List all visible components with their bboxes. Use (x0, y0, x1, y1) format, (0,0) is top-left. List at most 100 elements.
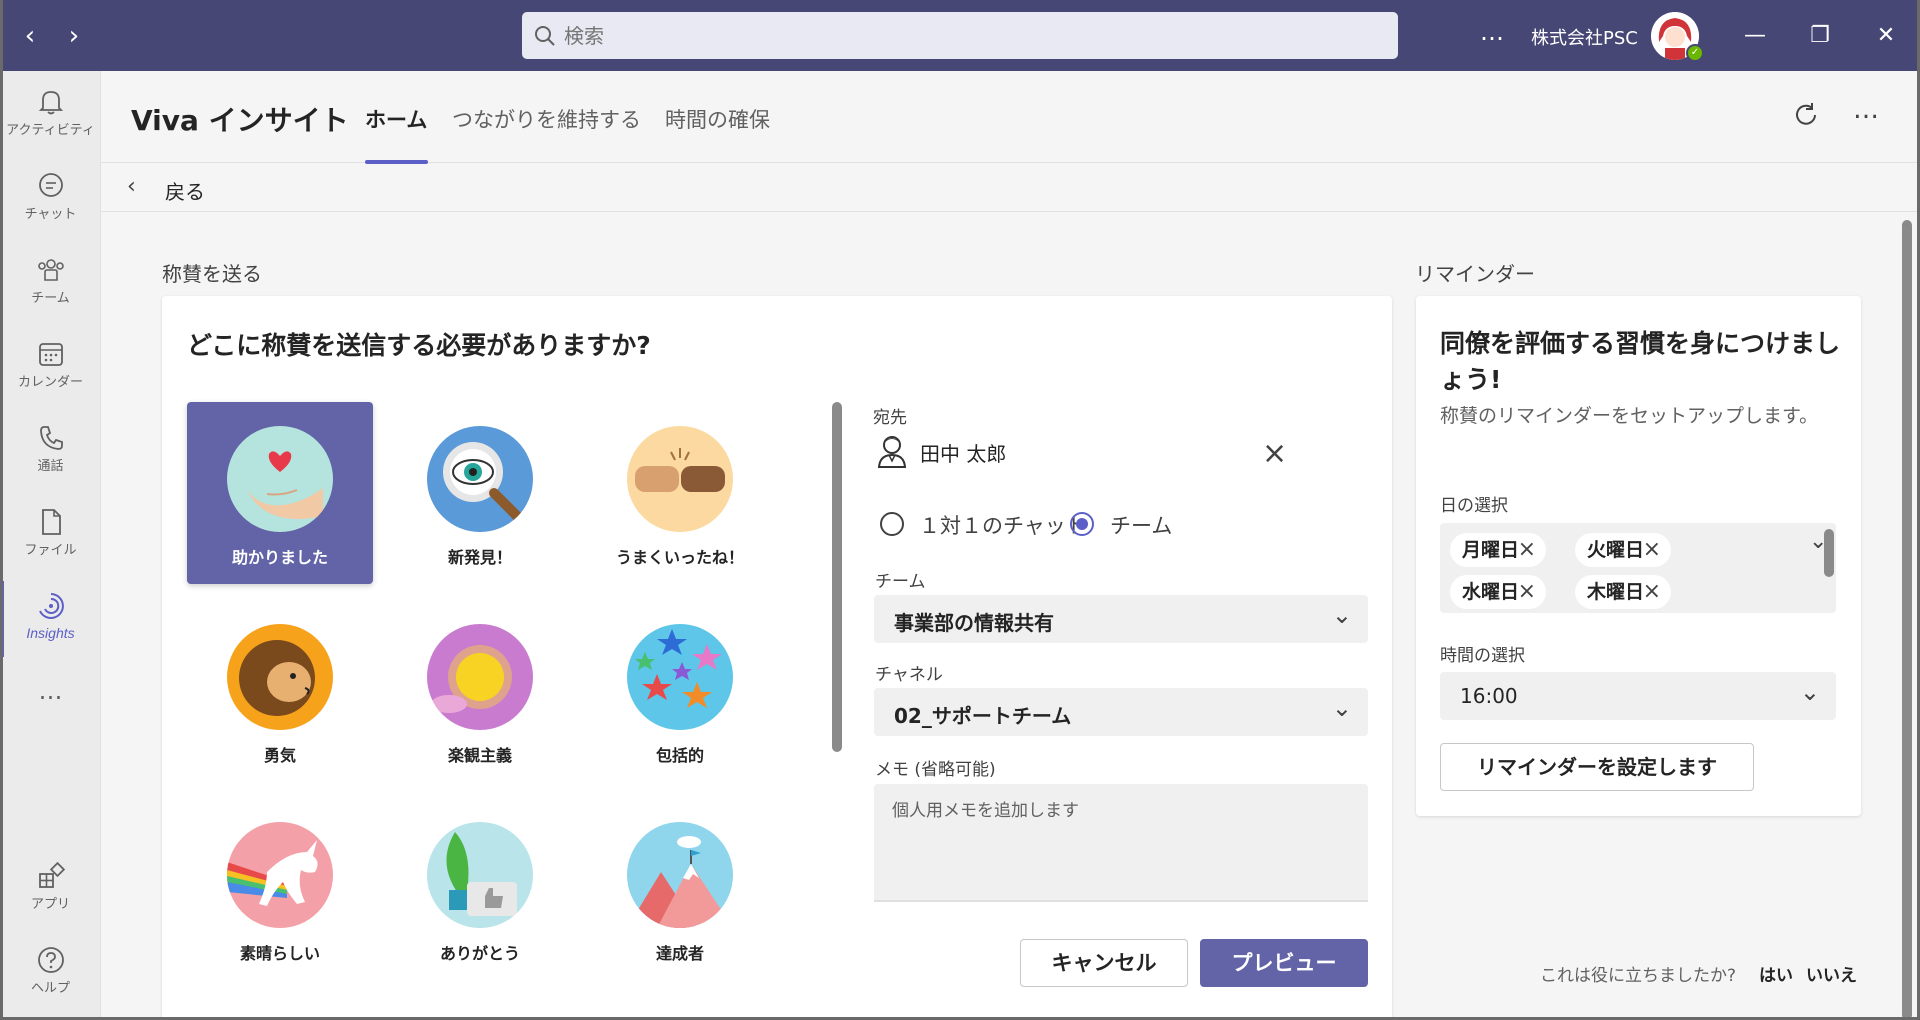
channel-select[interactable]: 02_サポートチーム ⌄ (874, 688, 1368, 736)
team-select[interactable]: 事業部の情報共有 ⌄ (874, 595, 1368, 643)
praise-card: どこに称賛を送信する必要がありますか? 助かりました 新発見！ うまくいったね！… (162, 296, 1392, 1020)
mountain-flag-badge-icon (627, 822, 733, 928)
phone-icon (39, 426, 63, 450)
badge-label: うまくいったね！ (615, 548, 744, 567)
badge-new-discovery[interactable]: 新発見！ (387, 402, 573, 584)
rail-label: Insights (26, 625, 75, 641)
file-icon (41, 509, 61, 535)
channel-select-value: 02_サポートチーム (894, 704, 1072, 728)
time-select-label: 時間の選択 (1440, 646, 1525, 666)
app-header: Viva インサイト ホーム つながりを維持する 時間の確保 … (101, 71, 1920, 164)
rail-label: 通話 (37, 459, 64, 474)
close-window-icon[interactable]: ✕ (1866, 18, 1906, 54)
rail-label: チャット (24, 207, 77, 222)
rail-item-teams[interactable]: チーム (0, 247, 101, 327)
to-label: 宛先 (873, 408, 907, 428)
day-picker-scrollbar[interactable] (1824, 529, 1834, 577)
more-options-icon[interactable]: … (1480, 18, 1505, 46)
time-select[interactable]: 16:00 ⌄ (1440, 672, 1836, 720)
chevron-left-icon[interactable]: ‹ (127, 174, 136, 199)
back-link[interactable]: 戻る (165, 176, 205, 205)
badge-inclusive[interactable]: 包括的 (587, 600, 773, 782)
radio-team[interactable] (1070, 512, 1094, 536)
badge-label: 勇気 (263, 746, 296, 765)
search-icon (535, 25, 555, 46)
tab-home[interactable]: ホーム (365, 104, 427, 134)
badge-achiever[interactable]: 達成者 (587, 798, 773, 980)
preview-button[interactable]: プレビュー (1200, 939, 1368, 987)
remove-chip-icon[interactable]: × (1518, 533, 1536, 567)
set-reminder-button[interactable]: リマインダーを設定します (1440, 743, 1754, 791)
refresh-icon[interactable] (1790, 101, 1822, 133)
day-chip-wednesday[interactable]: 水曜日 × (1450, 575, 1546, 609)
day-chip-thursday[interactable]: 木曜日 × (1575, 575, 1671, 609)
remove-chip-icon[interactable]: × (1518, 575, 1536, 609)
insights-icon (38, 593, 64, 619)
rail-item-calendar[interactable]: カレンダー (0, 331, 101, 411)
rail-item-apps[interactable]: アプリ (0, 853, 101, 933)
presence-available-icon: ✓ (1686, 44, 1704, 62)
day-chip-monday[interactable]: 月曜日 × (1450, 533, 1546, 567)
person-icon (876, 433, 908, 469)
badge-courage[interactable]: 勇気 (187, 600, 373, 782)
search-box[interactable] (522, 12, 1398, 59)
day-select-label: 日の選択 (1440, 496, 1508, 516)
forward-arrow-icon[interactable]: › (60, 22, 88, 50)
radio-one-on-one[interactable] (880, 512, 904, 536)
stars-badge-icon (627, 624, 733, 730)
window-frame (0, 0, 3, 1020)
apps-icon (38, 861, 65, 888)
badge-awesome[interactable]: 素晴らしい (187, 798, 373, 980)
memo-textarea[interactable] (874, 784, 1368, 902)
badge-label: 新発見！ (447, 548, 512, 567)
day-chip-tuesday[interactable]: 火曜日 × (1575, 533, 1671, 567)
main-content: Viva インサイト ホーム つながりを維持する 時間の確保 … ‹ 戻る 称賛… (101, 71, 1920, 1020)
page-scrollbar[interactable] (1902, 220, 1912, 1020)
remove-chip-icon[interactable]: × (1643, 533, 1661, 567)
rail-item-files[interactable]: ファイル (0, 499, 101, 579)
tab-protect-time[interactable]: 時間の確保 (665, 104, 770, 134)
more-options-icon[interactable]: … (1850, 95, 1882, 127)
badge-label: 包括的 (655, 746, 704, 765)
rail-item-help[interactable]: ヘルプ (0, 937, 101, 1017)
praise-section-label: 称賛を送る (162, 262, 262, 286)
reminder-title: 同僚を評価する習慣を身につけましょう! (1440, 329, 1841, 394)
badge-optimism[interactable]: 楽観主義 (387, 600, 573, 782)
cancel-button[interactable]: キャンセル (1020, 939, 1188, 987)
lion-badge-icon (227, 624, 333, 730)
minimize-icon[interactable]: — (1735, 18, 1775, 54)
rail-item-calls[interactable]: 通話 (0, 415, 101, 495)
badge-went-well[interactable]: うまくいったね！ (587, 402, 773, 584)
badge-list-scrollbar[interactable] (832, 402, 842, 752)
rail-label: ヘルプ (30, 981, 70, 996)
badge-label: 助かりました (231, 548, 328, 567)
day-chip-label: 月曜日 (1462, 539, 1520, 561)
radio-team-label[interactable]: チーム (1110, 510, 1172, 540)
more-apps-icon[interactable]: … (0, 673, 101, 713)
remove-chip-icon[interactable]: × (1643, 575, 1661, 609)
sun-badge-icon (427, 624, 533, 730)
badge-thank-you[interactable]: ありがとう (387, 798, 573, 980)
praise-question: どこに称賛を送信する必要がありますか? (187, 331, 651, 360)
reminder-card: 同僚を評価する習慣を身につけましょう! 称賛のリマインダーをセットアップします。… (1416, 296, 1861, 816)
title-bar: ‹ › … 株式会社PSC ✓ — ❐ ✕ (0, 0, 1920, 71)
rail-item-insights[interactable]: Insights (0, 583, 101, 663)
team-label: チーム (875, 572, 926, 592)
org-name[interactable]: 株式会社PSC (1531, 24, 1638, 50)
badge-helpful[interactable]: 助かりました (187, 402, 373, 584)
radio-one-on-one-label[interactable]: １対１のチャット (919, 510, 1087, 540)
chevron-down-icon: ⌄ (1331, 601, 1352, 629)
day-picker[interactable]: 月曜日 × 火曜日 × 水曜日 × 木曜日 × ⌄ (1440, 523, 1836, 613)
memo-label: メモ (省略可能) (875, 760, 996, 780)
restore-icon[interactable]: ❐ (1800, 18, 1840, 54)
feedback-yes-link[interactable]: はい (1759, 961, 1793, 986)
day-chip-label: 木曜日 (1587, 581, 1645, 603)
search-input[interactable] (564, 23, 1364, 48)
rail-item-chat[interactable]: チャット (0, 163, 101, 243)
badge-label: 素晴らしい (239, 944, 320, 963)
feedback-no-link[interactable]: いいえ (1806, 961, 1857, 986)
tab-stay-connected[interactable]: つながりを維持する (452, 104, 641, 134)
rail-item-activity[interactable]: アクティビティ (0, 79, 101, 159)
remove-recipient-icon[interactable]: × (1262, 439, 1287, 469)
back-arrow-icon[interactable]: ‹ (16, 22, 44, 50)
